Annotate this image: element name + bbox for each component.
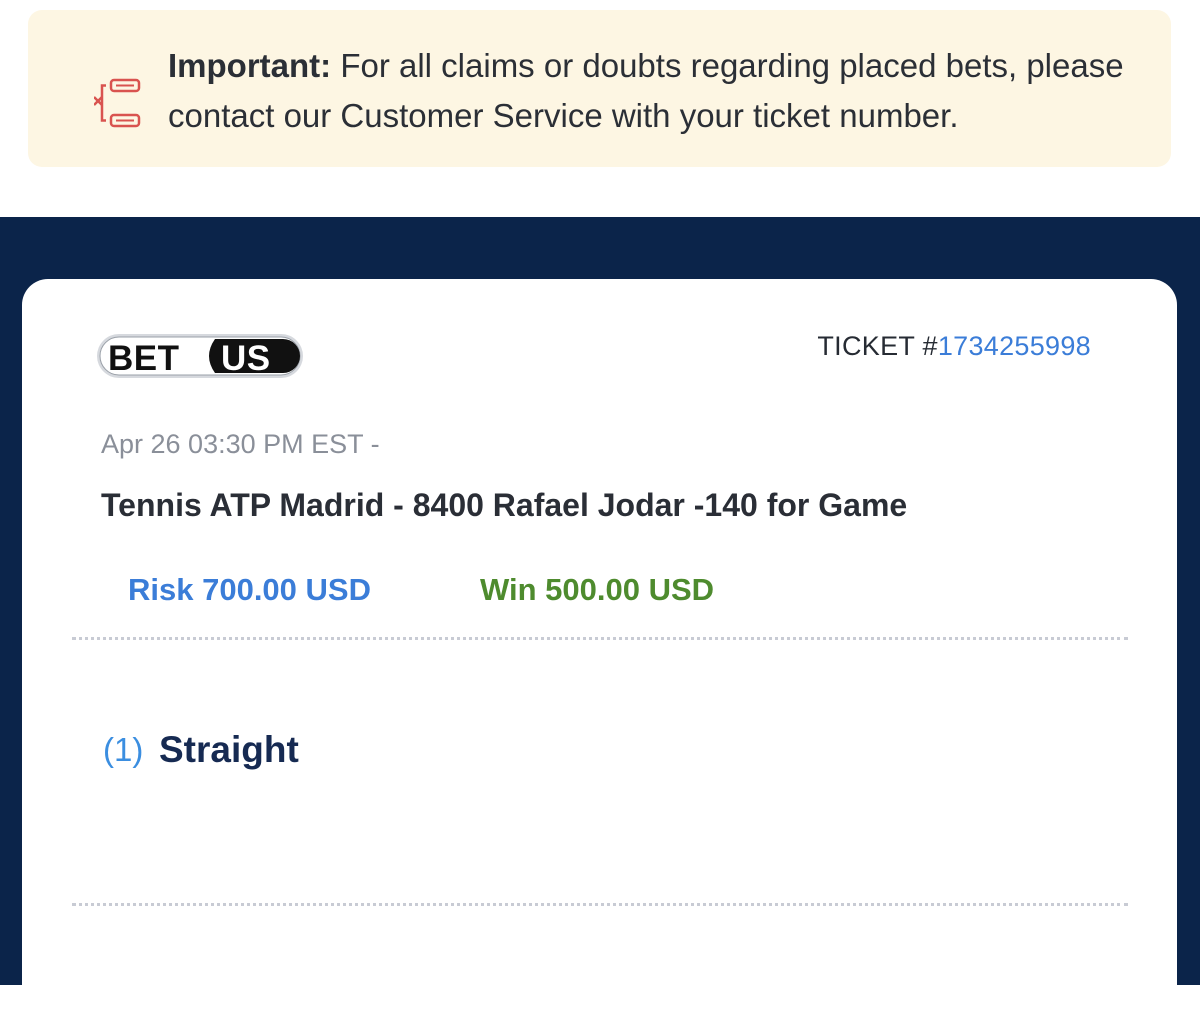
event-description: Tennis ATP Madrid - 8400 Rafael Jodar -1… xyxy=(101,487,908,523)
betus-logo: BET US xyxy=(97,334,303,378)
important-notice: Important: For all claims or doubts rega… xyxy=(28,10,1171,167)
bet-count: (1) xyxy=(103,731,144,768)
notice-text: Important: For all claims or doubts rega… xyxy=(168,41,1153,141)
win-amount: Win 500.00 USD xyxy=(480,572,715,607)
ticket-number: TICKET #1734255998 xyxy=(817,331,1091,362)
notice-label: Important: xyxy=(168,47,332,84)
divider xyxy=(72,903,1128,906)
ticket-card: BET US TICKET #1734255998 Apr 26 03:30 P… xyxy=(22,279,1177,1019)
ticket-number-value[interactable]: 1734255998 xyxy=(938,331,1091,361)
divider xyxy=(72,637,1128,640)
bracket-icon xyxy=(94,78,141,128)
ticket-label: TICKET # xyxy=(817,331,938,361)
event-datetime: Apr 26 03:30 PM EST - xyxy=(101,429,380,459)
bet-type: Straight xyxy=(159,729,299,770)
risk-amount: Risk 700.00 USD xyxy=(128,572,371,607)
svg-text:US: US xyxy=(221,339,271,378)
svg-text:BET: BET xyxy=(108,339,180,378)
